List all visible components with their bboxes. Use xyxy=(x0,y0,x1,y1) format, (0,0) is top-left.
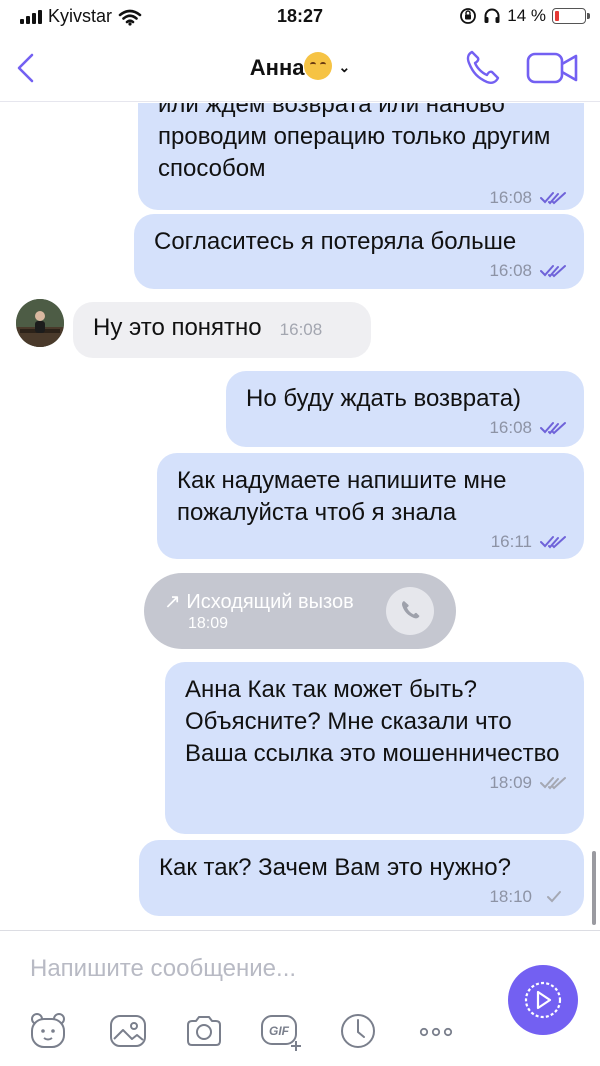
message-incoming[interactable]: Ну это понятно 16:08 xyxy=(73,302,371,358)
call-back-button[interactable] xyxy=(386,587,434,635)
message-outgoing[interactable]: Но буду ждать возврата) 16:08 xyxy=(226,371,584,447)
message-input[interactable] xyxy=(30,951,490,987)
message-text: Но буду ждать возврата) xyxy=(246,385,522,412)
chat-header: Анна ⌄ xyxy=(0,36,600,102)
message-text: или ждем возврата или наново проводим оп… xyxy=(158,103,551,182)
orientation-lock-icon xyxy=(460,8,477,24)
message-outgoing[interactable]: Как надумаете напишите мне пожалуйста чт… xyxy=(157,453,584,559)
smiling-face-with-hearts-emoji xyxy=(304,52,333,80)
chat-scrollbar[interactable] xyxy=(592,851,596,925)
message-time: 16:08 xyxy=(489,188,532,207)
send-button[interactable] xyxy=(508,965,578,1035)
battery-icon xyxy=(552,8,590,24)
message-outgoing[interactable]: Как так? Зачем Вам это нужно? 18:10 xyxy=(139,840,584,916)
call-label: ↗ Исходящий вызов xyxy=(164,589,354,614)
battery-fill xyxy=(555,11,559,21)
message-outgoing[interactable]: или ждем возврата или наново проводим оп… xyxy=(138,103,584,210)
gallery-icon[interactable] xyxy=(108,1011,148,1051)
delivered-double-check-icon xyxy=(540,777,566,790)
sent-check-icon xyxy=(547,891,561,903)
message-time: 16:11 xyxy=(490,532,532,551)
message-meta: 16:08 xyxy=(246,417,566,439)
send-play-icon xyxy=(524,981,562,1019)
message-text: Ну это понятно xyxy=(93,314,262,341)
timer-icon[interactable] xyxy=(338,1011,378,1051)
message-meta: 16:08 xyxy=(154,260,566,282)
call-label-text: Исходящий вызов xyxy=(186,591,354,613)
message-meta: 16:08 xyxy=(158,187,566,209)
read-double-check-icon xyxy=(540,265,566,278)
message-time: 16:08 xyxy=(489,261,532,280)
headphones-icon xyxy=(484,8,500,23)
gif-icon[interactable]: GIF xyxy=(260,1011,304,1051)
call-time: 18:09 xyxy=(188,615,229,632)
more-icon[interactable] xyxy=(416,1011,456,1051)
message-text: Анна Как так может быть? Объясните? Мне … xyxy=(185,676,560,767)
message-meta: 16:11 xyxy=(177,531,566,553)
read-double-check-icon xyxy=(540,536,566,549)
phone-icon[interactable] xyxy=(460,46,504,90)
message-time: 18:10 xyxy=(489,887,532,906)
message-outgoing[interactable]: Анна Как так может быть? Объясните? Мне … xyxy=(165,662,584,834)
message-time: 16:08 xyxy=(279,320,323,339)
video-camera-icon[interactable] xyxy=(524,46,580,90)
contact-title[interactable]: Анна ⌄ xyxy=(0,52,600,81)
message-outgoing[interactable]: Согласитесь я потеряла больше 16:08 xyxy=(134,214,584,289)
message-meta: 18:10 xyxy=(159,886,566,908)
message-meta: 18:09 xyxy=(185,772,566,794)
status-right: 14 % xyxy=(459,6,590,26)
read-double-check-icon xyxy=(540,192,566,205)
composer-toolbar: GIF xyxy=(20,1011,490,1051)
message-time: 16:08 xyxy=(489,418,532,437)
outgoing-arrow-icon: ↗ xyxy=(164,591,181,613)
outgoing-call-event[interactable]: ↗ Исходящий вызов 18:09 xyxy=(144,573,456,649)
message-text: Как так? Зачем Вам это нужно? xyxy=(159,854,511,881)
contact-name: Анна xyxy=(249,55,305,80)
status-bar: Kyivstar 18:27 14 % xyxy=(0,0,600,36)
message-text: Как надумаете напишите мне пожалуйста чт… xyxy=(177,467,507,526)
phone-icon xyxy=(402,601,420,619)
sticker-icon[interactable] xyxy=(28,1011,68,1051)
message-time: 18:09 xyxy=(489,773,532,792)
message-composer: GIF xyxy=(0,930,600,1066)
battery-percent: 14 % xyxy=(507,6,546,25)
camera-icon[interactable] xyxy=(184,1011,224,1051)
read-double-check-icon xyxy=(540,422,566,435)
message-text: Согласитесь я потеряла больше xyxy=(154,228,517,255)
chevron-down-icon: ⌄ xyxy=(338,59,351,75)
contact-avatar[interactable] xyxy=(16,299,64,347)
avatar-photo xyxy=(16,299,64,347)
svg-text:GIF: GIF xyxy=(269,1024,290,1038)
chat-area[interactable]: или ждем возврата или наново проводим оп… xyxy=(0,103,600,930)
